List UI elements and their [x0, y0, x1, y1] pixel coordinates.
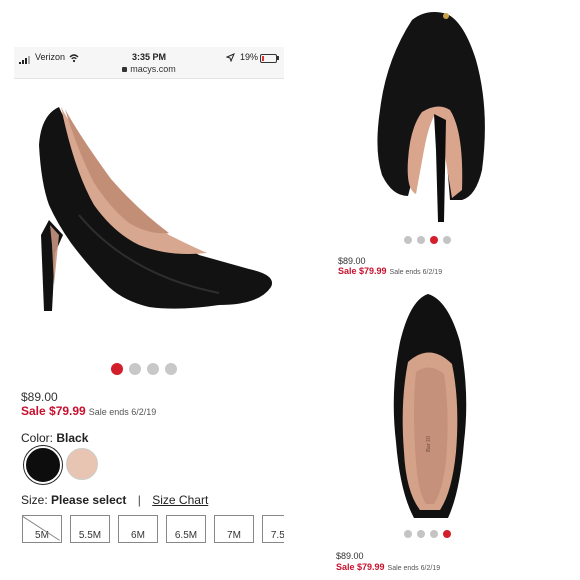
carousel-dot[interactable] — [430, 236, 438, 244]
carousel-dot[interactable] — [129, 363, 141, 375]
location-icon — [226, 53, 235, 62]
size-option-5m[interactable]: 5M — [22, 515, 62, 543]
color-swatch-black[interactable] — [24, 446, 62, 484]
insole-brand-text: Bar III — [426, 436, 432, 452]
size-selection-label: Size: Please select | Size Chart — [21, 493, 208, 507]
size-option-7m[interactable]: 7M — [214, 515, 254, 543]
card2-sale-ends: Sale ends 6/2/19 — [387, 565, 441, 572]
size-chart-link[interactable]: Size Chart — [152, 493, 208, 507]
card1-carousel-dots[interactable] — [404, 236, 451, 244]
product-image-pump-top[interactable]: Bar III — [390, 292, 470, 524]
card1-original-price: $89.00 — [338, 256, 366, 266]
carousel-dot[interactable] — [147, 363, 159, 375]
battery-icon — [260, 54, 277, 63]
carousel-dot[interactable] — [404, 530, 412, 538]
card2-original-price: $89.00 — [336, 551, 364, 561]
battery-tip — [277, 56, 279, 60]
color-selection-label: Color: Black — [21, 431, 88, 445]
sale-line: Sale $79.99 Sale ends 6/2/19 — [21, 404, 156, 418]
color-value: Black — [56, 431, 89, 445]
sale-price: Sale $79.99 — [21, 404, 86, 418]
size-option-6-5m[interactable]: 6.5M — [166, 515, 206, 543]
sale-ends: Sale ends 6/2/19 — [88, 407, 157, 417]
phone-screenshot: Verizon 3:35 PM macys.com 19% $89.00 Sal… — [14, 47, 284, 580]
size-option-5-5m[interactable]: 5.5M — [70, 515, 110, 543]
carousel-dot[interactable] — [165, 363, 177, 375]
size-option-6m[interactable]: 6M — [118, 515, 158, 543]
carousel-dot[interactable] — [430, 530, 438, 538]
card2-sale-price: Sale $79.99 — [336, 562, 385, 572]
size-option-7-5m[interactable]: 7.5M — [262, 515, 284, 543]
carousel-dot[interactable] — [111, 363, 123, 375]
size-label: Size: — [21, 493, 48, 507]
carousel-dot[interactable] — [443, 236, 451, 244]
original-price: $89.00 — [21, 390, 58, 404]
color-swatch-nude[interactable] — [66, 448, 98, 480]
image-carousel-dots[interactable] — [111, 363, 191, 375]
card1-sale-line: Sale $79.99 Sale ends 6/2/19 — [338, 266, 442, 276]
lock-icon — [122, 67, 128, 73]
carousel-dot[interactable] — [417, 530, 425, 538]
size-value: Please select — [51, 493, 127, 507]
size-separator: | — [137, 493, 141, 507]
carousel-dot[interactable] — [417, 236, 425, 244]
product-image-pump-side[interactable] — [19, 85, 274, 315]
carousel-dot[interactable] — [443, 530, 451, 538]
carousel-dot[interactable] — [404, 236, 412, 244]
size-options: 5M 5.5M 6M 6.5M 7M 7.5M — [22, 515, 284, 545]
status-bar: Verizon 3:35 PM macys.com 19% — [14, 47, 284, 79]
card1-sale-ends: Sale ends 6/2/19 — [389, 269, 443, 276]
url-text: macys.com — [130, 64, 176, 74]
card2-sale-line: Sale $79.99 Sale ends 6/2/19 — [336, 562, 440, 572]
card1-sale-price: Sale $79.99 — [338, 266, 387, 276]
product-image-pump-back[interactable] — [372, 0, 494, 225]
color-label: Color: — [21, 431, 54, 445]
battery-level-fill — [262, 56, 264, 61]
battery-percent: 19% — [240, 52, 259, 62]
card2-carousel-dots[interactable] — [404, 530, 451, 538]
address-bar[interactable]: macys.com — [14, 64, 284, 74]
